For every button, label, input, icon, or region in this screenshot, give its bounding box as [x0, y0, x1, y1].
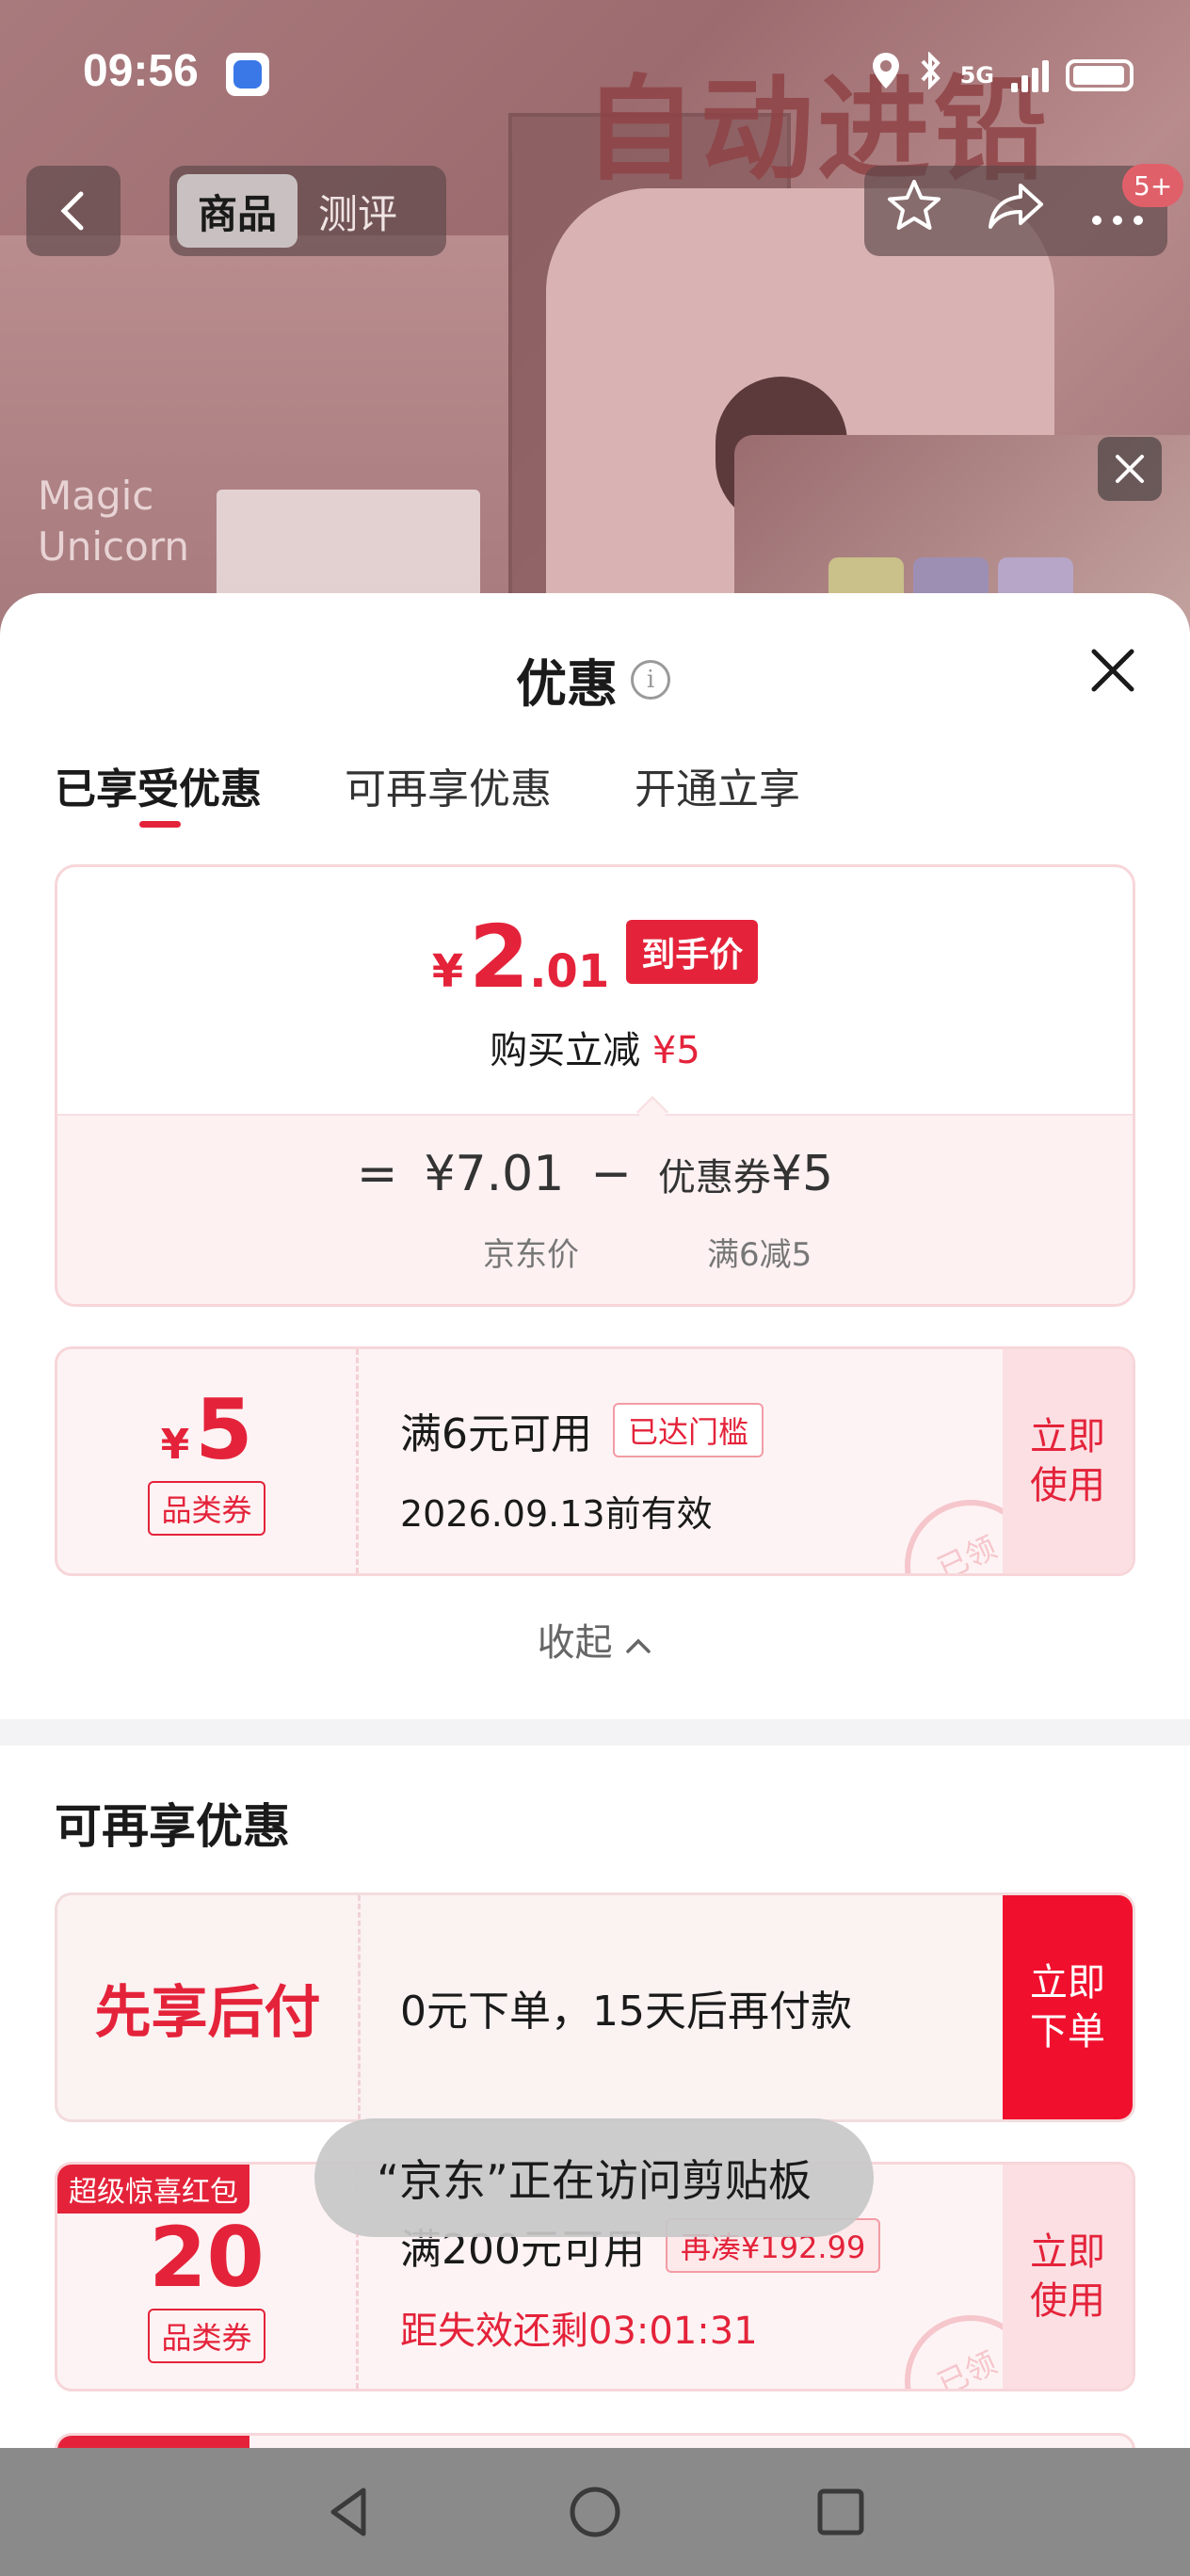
- clipboard-toast: “京东”正在访问剪贴板: [314, 2118, 874, 2237]
- formula-coupon-label: 优惠券: [657, 1156, 771, 1199]
- status-bar: 09:56 5G: [0, 38, 1190, 113]
- message-badge: 5+: [1122, 164, 1184, 207]
- final-price-card: ¥ 2 .01 到手价 购买立减 ¥5 = ¥7.01 − 优惠券¥5 京东价 …: [55, 864, 1135, 1307]
- info-icon[interactable]: i: [631, 659, 670, 700]
- section-divider: [0, 1719, 1190, 1746]
- tab-product[interactable]: 商品: [177, 174, 298, 248]
- square-recents-icon: [817, 2488, 864, 2536]
- system-back-button[interactable]: [316, 2479, 382, 2545]
- sheet-close-button[interactable]: [1083, 640, 1143, 700]
- active-tab-indicator: [139, 821, 181, 828]
- coupon-details: 满6元可用 已达门槛 2026.09.13前有效: [400, 1400, 764, 1537]
- battery-icon: [1066, 58, 1134, 91]
- price-decimal: .01: [529, 945, 610, 998]
- use-button-line2: 使用: [1030, 1464, 1105, 1507]
- label-coupon-rule: 满6减5: [707, 1236, 812, 1274]
- bluetooth-icon: [919, 51, 943, 98]
- use-button-line1: 立即: [1030, 2230, 1105, 2274]
- coupon-amount-value: 5: [195, 1381, 253, 1478]
- coupon-value: ¥ 5 品类券: [57, 1349, 359, 1573]
- coupon-type-badge: 品类券: [148, 1481, 265, 1536]
- tab-enjoyed-discounts[interactable]: 已享受优惠: [55, 755, 262, 815]
- price-summary: ¥ 2 .01 到手价 购买立减 ¥5: [57, 867, 1133, 1114]
- order-now-button[interactable]: 立即 下单: [1003, 1895, 1133, 2119]
- location-icon: [870, 51, 902, 99]
- price-formula-line: = ¥7.01 − 优惠券¥5: [57, 1146, 1133, 1202]
- instant-discount-label: 购买立减: [490, 1029, 641, 1072]
- threshold-reached-badge: 已达门槛: [613, 1403, 764, 1457]
- discount-tabs: 已享受优惠 可再享优惠 开通立享: [55, 755, 800, 815]
- instant-discount-value: ¥5: [651, 1029, 700, 1072]
- collapse-button[interactable]: 收起: [0, 1612, 1190, 1666]
- coupon-amount: ¥ 5: [161, 1387, 253, 1473]
- brand-line-1: Magic: [38, 473, 154, 519]
- pay-later-title: 先享后付: [57, 1895, 361, 2119]
- close-icon: [1116, 455, 1144, 483]
- nav-actions: [864, 166, 1167, 256]
- order-button-line2: 下单: [1030, 2010, 1105, 2053]
- label-base-price: 京东价: [483, 1236, 579, 1274]
- pay-later-card: 先享后付 0元下单，15天后再付款 立即下单: [55, 1892, 1135, 2122]
- coupon-currency: ¥: [160, 1421, 190, 1469]
- network-type: 5G: [959, 61, 994, 89]
- order-button-line1: 立即: [1030, 1961, 1105, 2004]
- product-tabs: 商品 测评: [169, 166, 446, 256]
- red-packet-label: 超级惊喜红包: [57, 2165, 249, 2214]
- system-home-button[interactable]: [562, 2479, 628, 2545]
- coupon-expiry: 2026.09.13前有效: [400, 1493, 713, 1535]
- status-icons: 5G: [870, 51, 1134, 99]
- collapse-label: 收起: [537, 1621, 613, 1665]
- video-close-button[interactable]: [1098, 437, 1162, 501]
- pay-later-description: 0元下单，15天后再付款: [400, 1988, 852, 2036]
- use-button-line1: 立即: [1030, 1415, 1105, 1458]
- triangle-back-icon: [330, 2487, 366, 2536]
- back-arrow-icon: [60, 191, 84, 231]
- status-time: 09:56: [83, 46, 199, 96]
- close-icon: [1091, 649, 1134, 692]
- use-button-line2: 使用: [1030, 2279, 1105, 2323]
- coupon-card: ¥ 5 品类券 满6元可用 已达门槛 2026.09.13前有效 已领 立即 使用: [55, 1346, 1135, 1576]
- use-red-packet-button[interactable]: 立即 使用: [1003, 2165, 1133, 2389]
- red-packet-amount: 20: [149, 2209, 265, 2306]
- use-coupon-button[interactable]: 立即 使用: [1003, 1349, 1133, 1573]
- formula-minus: −: [590, 1146, 632, 1202]
- red-packet-type-badge: 品类券: [148, 2309, 265, 2363]
- price-integer: 2: [469, 907, 530, 1007]
- formula-base-price: ¥7.01: [424, 1146, 565, 1202]
- instant-discount: 购买立减 ¥5: [57, 1020, 1133, 1074]
- system-recents-button[interactable]: [808, 2479, 874, 2545]
- sheet-title: 优惠: [516, 654, 618, 714]
- signal-icon: [1011, 58, 1049, 92]
- back-button[interactable]: [26, 166, 121, 256]
- brand-line-2: Unicorn: [38, 523, 189, 570]
- system-navigation-bar: [0, 2448, 1190, 2576]
- expiry-countdown: 距失效还剩03:01:31: [400, 2310, 758, 2353]
- sheet-header: 优惠 i: [516, 642, 670, 716]
- final-price-tag: 到手价: [626, 920, 759, 984]
- formula-equal: =: [356, 1146, 398, 1202]
- share-icon[interactable]: [987, 180, 1045, 242]
- product-brand-text: Magic Unicorn: [38, 471, 189, 572]
- formula-coupon: 优惠券¥5: [658, 1146, 833, 1202]
- chevron-up-icon: [626, 1638, 651, 1653]
- tab-more-discounts[interactable]: 可再享优惠: [345, 755, 552, 815]
- tab-review[interactable]: 测评: [298, 174, 418, 248]
- final-price: ¥ 2 .01 到手价: [57, 914, 1133, 1001]
- currency-symbol: ¥: [431, 945, 464, 998]
- coupon-condition: 满6元可用: [400, 1410, 592, 1458]
- coupon-condition-row: 满6元可用 已达门槛: [400, 1400, 764, 1460]
- favorite-star-icon[interactable]: [886, 178, 942, 244]
- notification-app-icon: [226, 53, 269, 96]
- section-title: 可再享优惠: [55, 1799, 290, 1854]
- formula-coupon-value: ¥5: [770, 1146, 834, 1202]
- price-formula: = ¥7.01 − 优惠券¥5 京东价 满6减5: [57, 1114, 1133, 1304]
- tab-activate-discounts[interactable]: 开通立享: [635, 755, 800, 815]
- circle-home-icon: [570, 2487, 620, 2537]
